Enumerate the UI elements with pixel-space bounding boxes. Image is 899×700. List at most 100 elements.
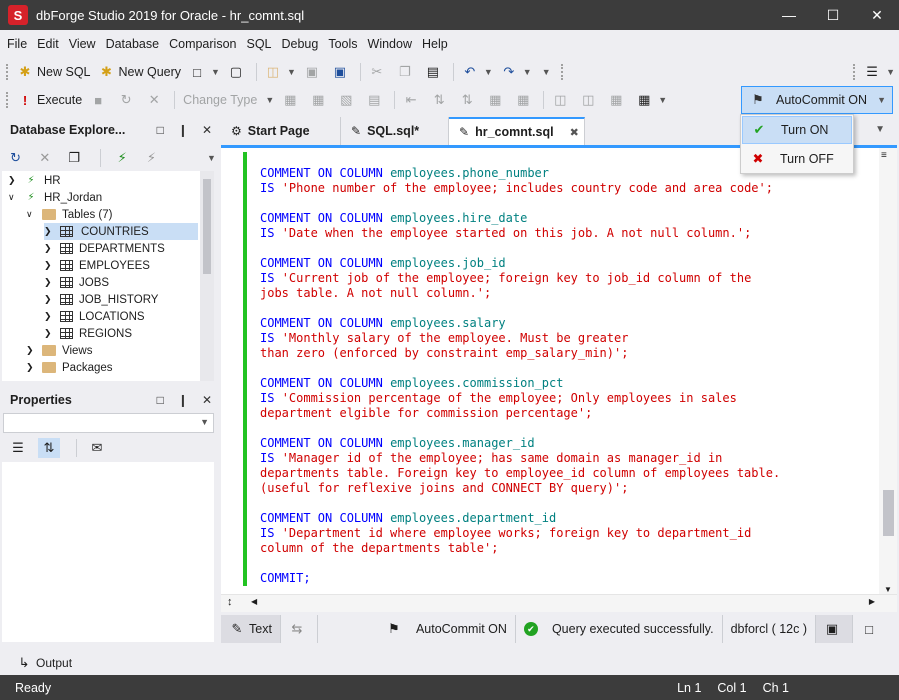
menu-file[interactable]: File [2,37,32,51]
import-button[interactable]: ▦ [511,89,539,111]
new-document-button[interactable]: □ ▼ [185,61,224,83]
scroll-right-icon[interactable]: ▶ [869,597,875,606]
tree-node-job-history[interactable]: ❯ JOB_HISTORY [44,291,158,308]
turn-on-menu-item[interactable]: ✔ Turn ON [742,116,852,144]
editor-horizontal-scrollbar[interactable]: ↕ ◀ ▶ [221,594,897,612]
menu-comparison[interactable]: Comparison [164,37,241,51]
switch-mode-button[interactable]: ⇆ [281,615,318,643]
new-sql-button[interactable]: ✱ New SQL [13,61,95,83]
sql-editor[interactable]: COMMENT ON COLUMN employees.phone_number… [221,145,897,612]
save-button[interactable]: ▣ [300,61,328,83]
menu-database[interactable]: Database [101,37,165,51]
menu-edit[interactable]: Edit [32,37,64,51]
menu-tools[interactable]: Tools [323,37,362,51]
split-editor-icon[interactable]: ≡ [881,150,887,161]
float-panel-icon[interactable]: □ [157,123,164,137]
turn-off-menu-item[interactable]: ✖ Turn OFF [742,145,852,173]
expand-icon[interactable]: ❯ [26,362,36,373]
tree-node-jobs[interactable]: ❯ JOBS [44,274,109,291]
tab-list-chevron-icon[interactable]: ▼ [875,124,885,135]
columns-button[interactable]: ◫ [548,89,576,111]
alphabetical-icon[interactable]: ⇅ [38,438,60,458]
tree-node-countries[interactable]: ❯ COUNTRIES [44,223,198,240]
pin-icon[interactable]: ❙ [178,393,188,407]
stop-button[interactable]: ■ [86,89,114,111]
tree-node-employees[interactable]: ❯ EMPLOYEES [44,257,150,274]
id-button[interactable]: ▧ [334,89,362,111]
expand-icon[interactable]: ❯ [44,260,54,271]
split-horizontal-icon[interactable]: ↕ [227,596,233,608]
indent-button[interactable]: ⇤ [399,89,427,111]
menu-help[interactable]: Help [417,37,453,51]
transaction-button[interactable]: ▦ ▼ [632,89,671,111]
editor-scrollbar-thumb[interactable] [883,490,894,536]
disconnect-icon[interactable]: ⚡ [144,150,159,166]
expand-icon[interactable]: ❯ [44,277,54,288]
open-button[interactable]: ◫ ▼ [261,61,300,83]
new-query-button[interactable]: ✱ New Query [95,61,186,83]
properties-object-select[interactable]: ▼ [3,413,214,433]
text-mode-button[interactable]: ✎ Text [221,615,281,643]
expand-icon[interactable]: ❯ [8,175,18,186]
tree-node-departments[interactable]: ❯ DEPARTMENTS [44,240,165,257]
rows-button[interactable]: ◫ [576,89,604,111]
chevron-down-icon[interactable]: ▼ [207,153,216,163]
table-icon-button-1[interactable]: ▦ [278,89,306,111]
new-item-button[interactable]: ▢ [224,61,252,83]
refresh-button[interactable]: ↻ [114,89,142,111]
collapse-icon[interactable]: ∨ [26,209,36,220]
menu-debug[interactable]: Debug [277,37,324,51]
expand-icon[interactable]: ❯ [44,311,54,322]
toggle-results-button[interactable]: ▣ [816,615,854,643]
expand-icon[interactable]: ❯ [44,294,54,305]
float-panel-icon[interactable]: □ [157,393,164,407]
save-all-button[interactable]: ▣ [328,61,356,83]
toggle-fullscreen-button[interactable]: □ [853,615,889,643]
grid-button[interactable]: ▦ [604,89,632,111]
autocommit-status[interactable]: ⚑ AutoCommit ON [378,615,516,643]
delete-icon[interactable]: ✕ [37,150,52,166]
sort-button[interactable]: ⇅ [427,89,455,111]
expand-icon[interactable]: ❯ [44,226,54,237]
scroll-down-icon[interactable]: ▼ [884,585,892,594]
new-connection-icon[interactable]: ⚡ [115,150,130,166]
toolbar-grip[interactable] [6,92,9,108]
tree-scrollbar-thumb[interactable] [203,179,211,274]
tree-node-packages[interactable]: ❯ Packages [26,359,113,376]
layout-button[interactable]: ☰ ▼ [860,61,899,83]
menu-view[interactable]: View [64,37,101,51]
redo-button[interactable]: ↷ ▼ [497,61,536,83]
tree-node-hr[interactable]: ❯ ⚡ HR [8,172,61,189]
undo-button[interactable]: ↶ ▼ [458,61,497,83]
tab-sql-sql[interactable]: ✎ SQL.sql* [341,117,449,145]
table-icon-button-2[interactable]: ▦ [306,89,334,111]
cancel-button[interactable]: ✕ [142,89,170,111]
scroll-left-icon[interactable]: ◀ [251,597,257,606]
tree-node-views[interactable]: ❯ Views [26,342,92,359]
collapse-all-icon[interactable]: ❐ [66,150,81,166]
toolbar-grip[interactable] [560,64,564,80]
cut-button[interactable]: ✂ [365,61,393,83]
menu-sql[interactable]: SQL [241,37,276,51]
expand-icon[interactable]: ❯ [44,243,54,254]
pin-icon[interactable]: ❙ [178,123,188,137]
expand-icon[interactable]: ❯ [26,345,36,356]
tree-node-tables[interactable]: ∨ Tables (7) [26,206,113,223]
toolbar-overflow-button[interactable]: ▼ [536,61,555,83]
toolbar-grip[interactable] [6,64,9,80]
tree-node-locations[interactable]: ❯ LOCATIONS [44,308,145,325]
code-text[interactable]: COMMENT ON COLUMN employees.phone_number… [260,166,780,586]
categorized-icon[interactable]: ☰ [10,440,26,456]
minimize-button[interactable]: — [767,0,811,30]
collapse-icon[interactable]: ∨ [8,192,18,203]
edit-table-button[interactable]: ▤ [362,89,390,111]
export-button[interactable]: ▦ [483,89,511,111]
close-panel-icon[interactable]: ✕ [202,123,212,137]
tree-node-hr-jordan[interactable]: ∨ ⚡ HR_Jordan [8,189,102,206]
maximize-button[interactable]: ☐ [811,0,855,30]
tree-node-regions[interactable]: ❯ REGIONS [44,325,132,342]
tab-hr-comnt-sql[interactable]: ✎ hr_comnt.sql ✖ [449,117,585,145]
menu-window[interactable]: Window [363,37,417,51]
editor-vertical-scrollbar[interactable]: ≡ ▼ [879,148,897,596]
change-type-button[interactable]: Change Type ▼ [179,89,278,111]
